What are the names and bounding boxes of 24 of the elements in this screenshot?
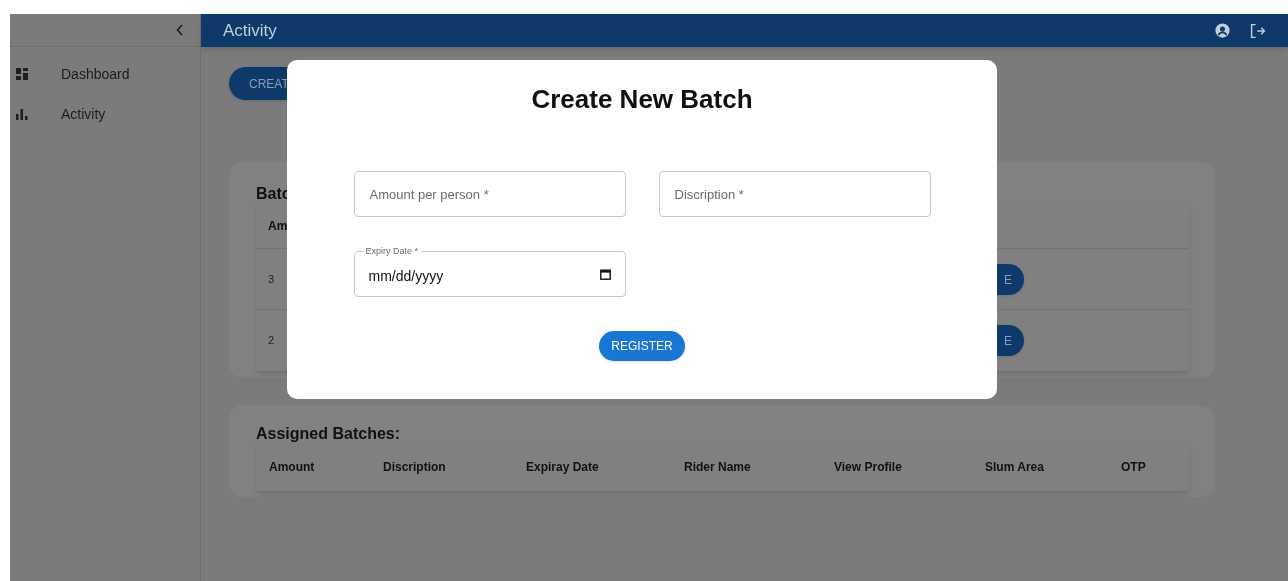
column-header: Amount bbox=[269, 459, 316, 476]
sidebar-item[interactable]: Activity bbox=[10, 94, 200, 134]
column-header: Slum Area bbox=[985, 459, 1045, 476]
table-cell-text: 2 bbox=[268, 333, 275, 349]
text-field[interactable]: Amount per person * bbox=[353, 171, 626, 217]
page-title: Activity bbox=[223, 19, 278, 42]
column-header: Expiray Date bbox=[526, 459, 600, 476]
bar-chart-icon bbox=[16, 108, 28, 120]
sidebar-item[interactable]: Dashboard bbox=[10, 54, 200, 94]
dashboard-icon bbox=[16, 68, 28, 80]
calendar-icon[interactable] bbox=[599, 268, 611, 280]
dialog-title: Create New Batch bbox=[531, 83, 753, 116]
account-icon[interactable] bbox=[1215, 23, 1230, 38]
column-header: Rider Name bbox=[684, 459, 752, 476]
register-button[interactable]: REGISTER bbox=[599, 331, 685, 361]
collapse-icon[interactable] bbox=[176, 24, 184, 36]
column-header: Discription bbox=[383, 459, 447, 476]
section-title: Assigned Batches: bbox=[256, 424, 402, 443]
column-header: Am bbox=[268, 217, 288, 235]
column-header: OTP bbox=[1121, 459, 1147, 476]
text-field[interactable]: Discription * bbox=[658, 171, 931, 217]
table-cell-text: 3 bbox=[268, 271, 275, 287]
column-header: View Profile bbox=[834, 459, 903, 476]
logout-icon[interactable] bbox=[1250, 22, 1266, 39]
